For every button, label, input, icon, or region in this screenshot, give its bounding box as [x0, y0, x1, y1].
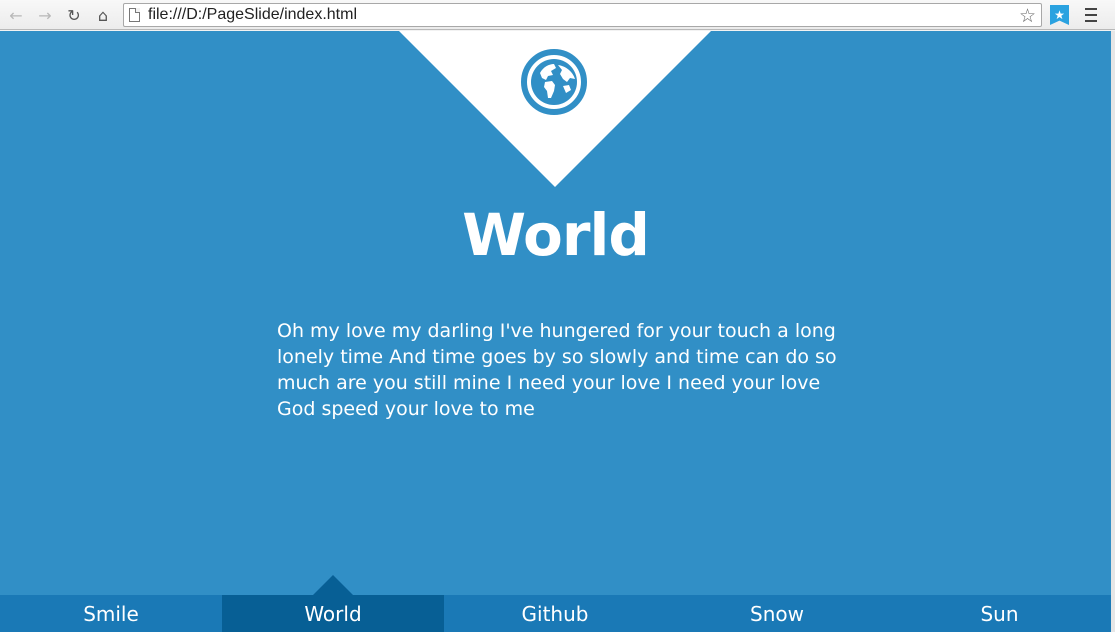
address-bar[interactable]: file:///D:/PageSlide/index.html ☆: [123, 3, 1042, 27]
forward-arrow-icon[interactable]: →: [34, 4, 56, 26]
nav-item-world[interactable]: World: [222, 575, 444, 632]
slide-text: Oh my love my darling I've hungered for …: [277, 320, 837, 420]
bookmark-extension-icon[interactable]: ★: [1050, 5, 1069, 25]
nav-item-smile[interactable]: Smile: [0, 595, 222, 632]
page-icon: [129, 8, 140, 22]
slide-title: World: [462, 201, 650, 269]
globe-icon: [521, 49, 587, 115]
nav-item-github[interactable]: Github: [444, 595, 666, 632]
home-icon[interactable]: ⌂: [92, 4, 114, 26]
reload-icon[interactable]: ↻: [63, 4, 85, 26]
page-viewport: World Oh my love my darling I've hungere…: [0, 31, 1111, 632]
star-icon[interactable]: ☆: [1019, 5, 1036, 27]
menu-icon[interactable]: [1081, 6, 1101, 24]
scrollbar[interactable]: [1111, 31, 1115, 632]
url-text[interactable]: file:///D:/PageSlide/index.html: [148, 6, 357, 24]
bottom-nav: Smile World Github Snow Sun: [0, 575, 1111, 632]
back-arrow-icon[interactable]: ←: [5, 4, 27, 26]
nav-item-snow[interactable]: Snow: [666, 595, 888, 632]
browser-toolbar: ← → ↻ ⌂ file:///D:/PageSlide/index.html …: [0, 0, 1115, 30]
nav-item-sun[interactable]: Sun: [888, 595, 1111, 632]
